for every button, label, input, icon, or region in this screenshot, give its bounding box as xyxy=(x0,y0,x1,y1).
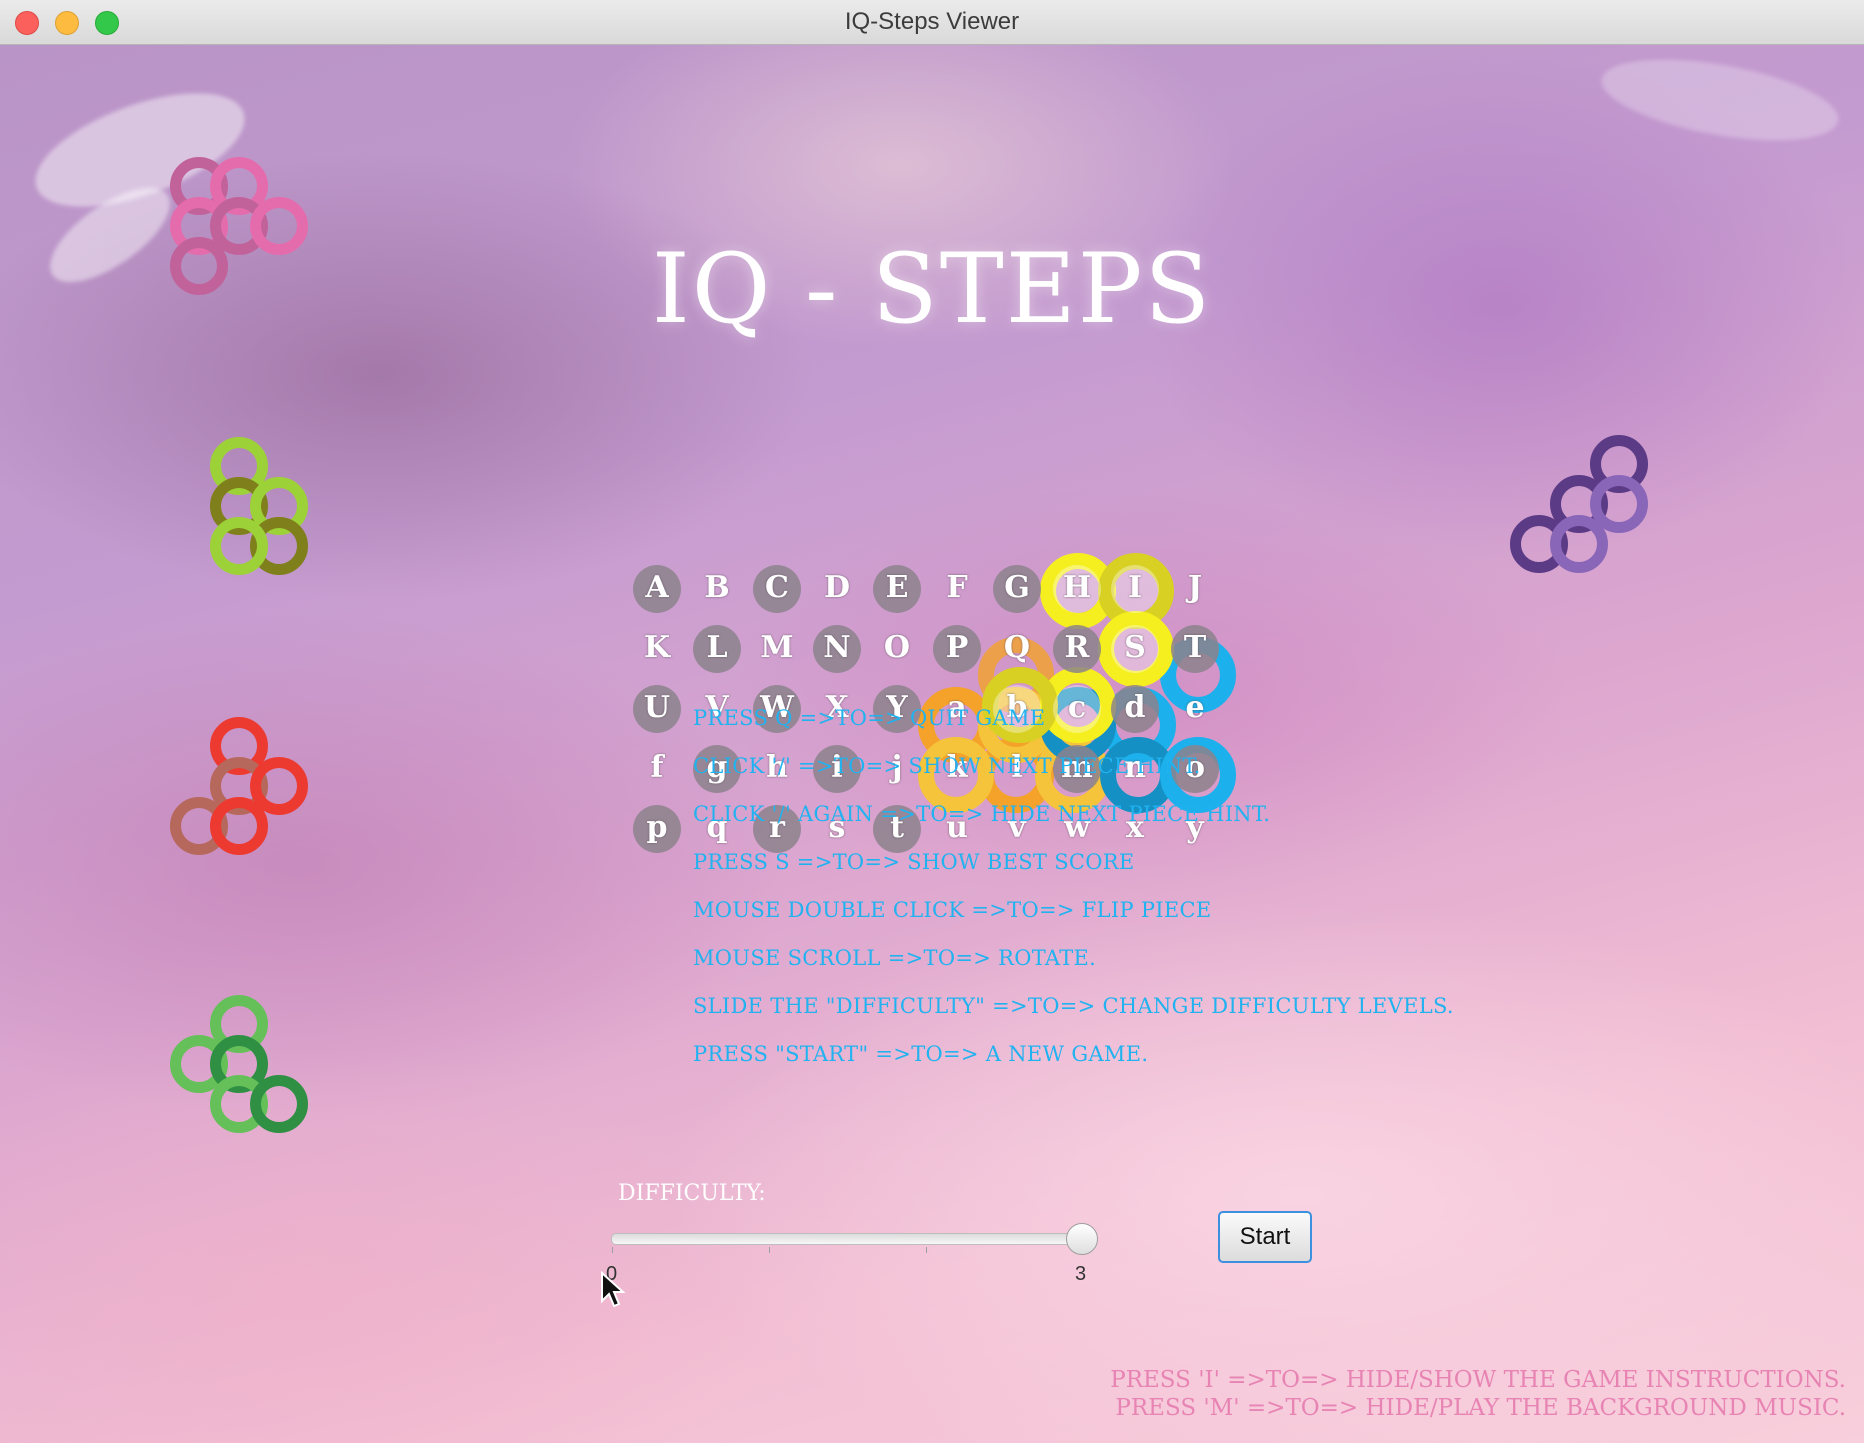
board-peg[interactable]: Q xyxy=(993,625,1041,673)
board-peg[interactable]: H xyxy=(1053,565,1101,613)
game-canvas: IQ - STEPS A B C D E F G H I J K L M N O… xyxy=(0,45,1864,1443)
board-peg[interactable]: O xyxy=(873,625,921,673)
instructions-toggle-hint: PRESS 'I' =>TO=> HIDE/SHOW THE GAME INST… xyxy=(1110,1367,1846,1393)
difficulty-slider-track[interactable] xyxy=(611,1233,1085,1245)
app-window: IQ-Steps Viewer IQ - STEPS A B C D E F G… xyxy=(0,0,1864,1448)
board-peg[interactable]: S xyxy=(1111,625,1159,673)
board-peg[interactable]: P xyxy=(933,625,981,673)
board-peg[interactable]: K xyxy=(633,625,681,673)
instruction-line: PRESS Q =>TO=> QUIT GAME xyxy=(693,706,1046,730)
slider-tick xyxy=(612,1247,613,1253)
slider-tick xyxy=(769,1247,770,1253)
board-peg[interactable]: M xyxy=(753,625,801,673)
title-bar: IQ-Steps Viewer xyxy=(0,0,1864,45)
board-peg[interactable]: J xyxy=(1171,565,1219,613)
board-peg[interactable]: R xyxy=(1053,625,1101,673)
board-peg[interactable]: F xyxy=(933,565,981,613)
board-peg[interactable]: E xyxy=(873,565,921,613)
board-peg[interactable]: U xyxy=(633,685,681,733)
board-peg[interactable]: T xyxy=(1171,625,1219,673)
slider-max-label: 3 xyxy=(1075,1263,1087,1285)
difficulty-slider-thumb[interactable] xyxy=(1066,1223,1098,1255)
board-peg[interactable]: B xyxy=(693,565,741,613)
window-title: IQ-Steps Viewer xyxy=(844,8,1020,35)
instruction-line: SLIDE THE "DIFFICULTY" =>TO=> CHANGE DIF… xyxy=(693,994,1454,1018)
instruction-line: MOUSE SCROLL =>TO=> ROTATE. xyxy=(693,946,1097,970)
board-peg[interactable]: e xyxy=(1171,685,1219,733)
board-peg[interactable]: c xyxy=(1053,685,1101,733)
instruction-line: MOUSE DOUBLE CLICK =>TO=> FLIP PIECE xyxy=(693,898,1212,922)
instruction-line: CLICK '/' AGAIN =>TO=> HIDE NEXT PIECE H… xyxy=(693,802,1271,826)
board-peg[interactable]: L xyxy=(693,625,741,673)
difficulty-label: DIFFICULTY: xyxy=(618,1181,766,1206)
board-peg[interactable]: G xyxy=(993,565,1041,613)
board-peg[interactable]: A xyxy=(633,565,681,613)
board-peg[interactable]: p xyxy=(633,805,681,853)
board-peg[interactable]: D xyxy=(813,565,861,613)
instruction-line: PRESS S =>TO=> SHOW BEST SCORE xyxy=(693,850,1135,874)
start-button[interactable]: Start xyxy=(1218,1211,1312,1263)
board-peg[interactable]: f xyxy=(633,745,681,793)
board-peg[interactable]: N xyxy=(813,625,861,673)
board-peg[interactable]: I xyxy=(1111,565,1159,613)
music-toggle-hint: PRESS 'M' =>TO=> HIDE/PLAY THE BACKGROUN… xyxy=(1115,1395,1846,1421)
instruction-line: CLICK '/' =>TO=> SHOW NEXT PIECE HINT. xyxy=(693,754,1201,778)
slider-tick xyxy=(926,1247,927,1253)
mouse-cursor-icon xyxy=(601,1271,626,1308)
board-peg[interactable]: C xyxy=(753,565,801,613)
board-peg[interactable]: d xyxy=(1111,685,1159,733)
instruction-line: PRESS "START" =>TO=> A NEW GAME. xyxy=(693,1042,1149,1066)
